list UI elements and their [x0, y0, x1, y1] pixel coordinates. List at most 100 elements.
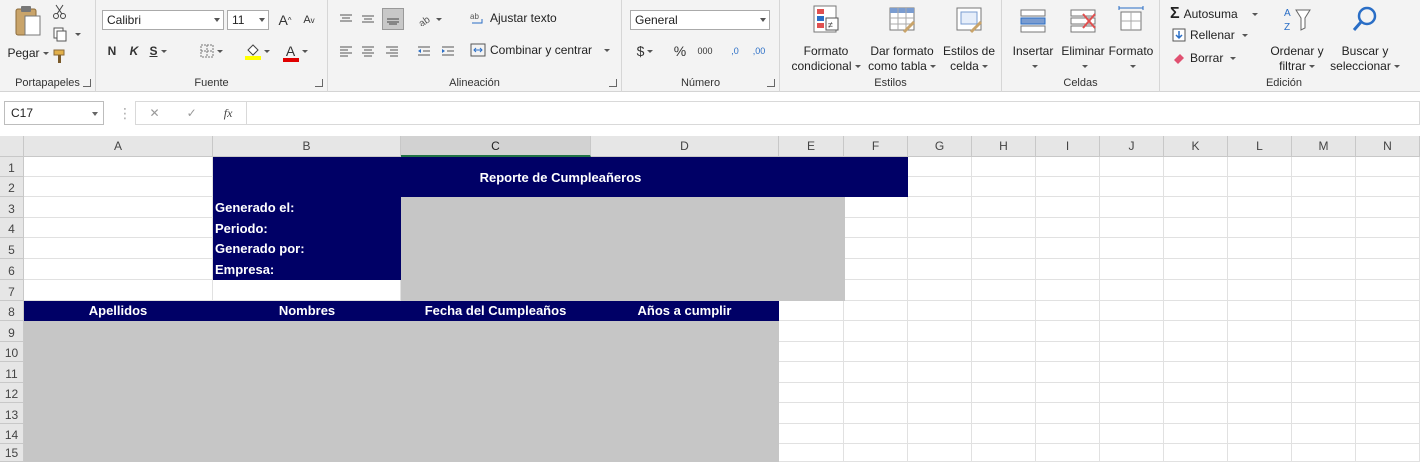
row-header-8[interactable]: 8 [0, 301, 24, 321]
increase-decimal-button[interactable]: ,0 [724, 40, 746, 62]
group-label-number: Número [680, 77, 721, 89]
delete-button[interactable]: Eliminar [1058, 4, 1108, 74]
column-header-a[interactable]: A [24, 136, 213, 157]
delete-label: Eliminar [1061, 44, 1105, 58]
cell-styles-button[interactable]: Estilos de celda [938, 4, 1000, 74]
align-left-button[interactable] [336, 40, 356, 62]
row-header-9[interactable]: 9 [0, 321, 24, 342]
info-labels-block[interactable]: Generado el: Periodo: Generado por: Empr… [213, 197, 401, 280]
info-values-block[interactable] [401, 197, 845, 301]
gridline-vertical [1099, 157, 1100, 462]
underline-button[interactable]: S [146, 40, 170, 62]
find-select-button[interactable]: Buscar y seleccionar [1326, 4, 1404, 74]
thousands-button[interactable]: 000 [694, 40, 716, 62]
italic-button[interactable]: K [124, 40, 144, 62]
percent-button[interactable]: % [670, 40, 690, 62]
insert-button[interactable]: Insertar [1008, 4, 1058, 74]
column-header-b[interactable]: B [213, 136, 401, 157]
sort-filter-icon: AZ [1284, 8, 1311, 33]
column-header-n[interactable]: N [1356, 136, 1420, 157]
align-right-button[interactable] [382, 40, 402, 62]
autosum-button[interactable]: Σ Autosuma [1170, 5, 1258, 23]
bold-button[interactable]: N [102, 40, 122, 62]
font-color-label: A [285, 43, 296, 59]
number-format-select[interactable]: General [630, 10, 770, 30]
paste-button[interactable]: Pegar [6, 4, 50, 61]
align-bottom-button[interactable] [382, 8, 404, 30]
column-header-d[interactable]: D [591, 136, 779, 157]
report-title[interactable]: Reporte de Cumpleañeros [213, 157, 908, 197]
row-header-6[interactable]: 6 [0, 259, 24, 280]
clipboard-launcher-icon[interactable] [83, 79, 91, 87]
row-header-10[interactable]: 10 [0, 342, 24, 362]
format-as-table-button[interactable]: Dar formato como tabla [866, 4, 938, 74]
enter-icon[interactable]: ✓ [187, 106, 197, 120]
row-header-12[interactable]: 12 [0, 383, 24, 403]
conditional-format-button[interactable]: ≠ Formato condicional [786, 4, 866, 74]
format-painter-button[interactable] [52, 48, 68, 64]
data-area[interactable] [24, 321, 779, 462]
wrap-text-button[interactable]: ab Ajustar texto [470, 11, 557, 25]
name-box[interactable]: C17 [4, 101, 104, 125]
row-header-14[interactable]: 14 [0, 424, 24, 444]
decrease-decimal-button[interactable]: ,00 [748, 40, 770, 62]
group-editing: Σ Autosuma Rellenar Borrar AZ Ordenar y f… [1160, 0, 1408, 92]
svg-text:ab: ab [470, 12, 479, 21]
row-header-1[interactable]: 1 [0, 157, 24, 177]
orientation-button[interactable]: ab [414, 8, 444, 30]
font-launcher-icon[interactable] [315, 79, 323, 87]
row-header-13[interactable]: 13 [0, 403, 24, 424]
row-header-15[interactable]: 15 [0, 444, 24, 462]
fill-button[interactable]: Rellenar [1172, 28, 1248, 42]
clear-button[interactable]: Borrar [1172, 51, 1237, 65]
row-header-7[interactable]: 7 [0, 280, 24, 301]
font-size-select[interactable]: 11 [227, 10, 269, 30]
font-color-button[interactable]: A [280, 40, 310, 62]
align-top-button[interactable] [336, 8, 356, 30]
shrink-font-button[interactable]: Av [298, 9, 320, 31]
row-header-4[interactable]: 4 [0, 218, 24, 238]
column-header-e[interactable]: E [779, 136, 844, 157]
gridline-vertical [971, 157, 972, 462]
svg-text:Z: Z [1284, 22, 1290, 33]
increase-indent-button[interactable] [438, 40, 458, 62]
orientation-icon: ab [417, 14, 433, 26]
worksheet-grid[interactable]: ABCDEFGHIJKLMN 1 2 3 4 5 6 7 8 9 10 11 12 13 14 15 Rep… [0, 136, 1420, 462]
alignment-launcher-icon[interactable] [609, 79, 617, 87]
header-fecha: Fecha del Cumpleaños [424, 303, 567, 318]
column-header-f[interactable]: F [844, 136, 908, 157]
decrease-indent-icon [418, 46, 430, 56]
column-header-j[interactable]: J [1100, 136, 1164, 157]
column-header-c[interactable]: C [401, 136, 591, 157]
column-header-k[interactable]: K [1164, 136, 1228, 157]
cancel-icon[interactable]: ✕ [150, 106, 160, 120]
fill-color-button[interactable] [242, 40, 272, 62]
column-header-i[interactable]: I [1036, 136, 1100, 157]
align-center-button[interactable] [358, 40, 378, 62]
table-header-row[interactable]: Apellidos Nombres Fecha del Cumpleaños A… [24, 301, 779, 321]
row-header-2[interactable]: 2 [0, 177, 24, 197]
row-header-5[interactable]: 5 [0, 238, 24, 259]
format-button[interactable]: Formato [1106, 4, 1156, 74]
align-middle-button[interactable] [358, 8, 378, 30]
borders-button[interactable] [196, 40, 226, 62]
column-header-l[interactable]: L [1228, 136, 1292, 157]
insert-function-icon[interactable]: fx [224, 106, 233, 121]
number-launcher-icon[interactable] [767, 79, 775, 87]
decrease-indent-button[interactable] [414, 40, 434, 62]
sort-filter-button[interactable]: AZ Ordenar y filtrar [1266, 4, 1328, 74]
grow-font-button[interactable]: A ^ [274, 9, 296, 31]
row-header-11[interactable]: 11 [0, 362, 24, 383]
copy-button[interactable] [52, 26, 81, 42]
column-header-g[interactable]: G [908, 136, 972, 157]
align-right-icon [386, 46, 398, 57]
currency-button[interactable]: $ [632, 40, 658, 62]
column-header-m[interactable]: M [1292, 136, 1356, 157]
select-all-corner[interactable] [0, 136, 24, 157]
font-name-select[interactable]: Calibri [102, 10, 224, 30]
row-header-3[interactable]: 3 [0, 197, 24, 218]
merge-center-button[interactable]: Combinar y centrar [470, 43, 611, 57]
cut-button[interactable] [52, 4, 68, 20]
column-header-h[interactable]: H [972, 136, 1036, 157]
formula-input[interactable] [247, 101, 1420, 125]
